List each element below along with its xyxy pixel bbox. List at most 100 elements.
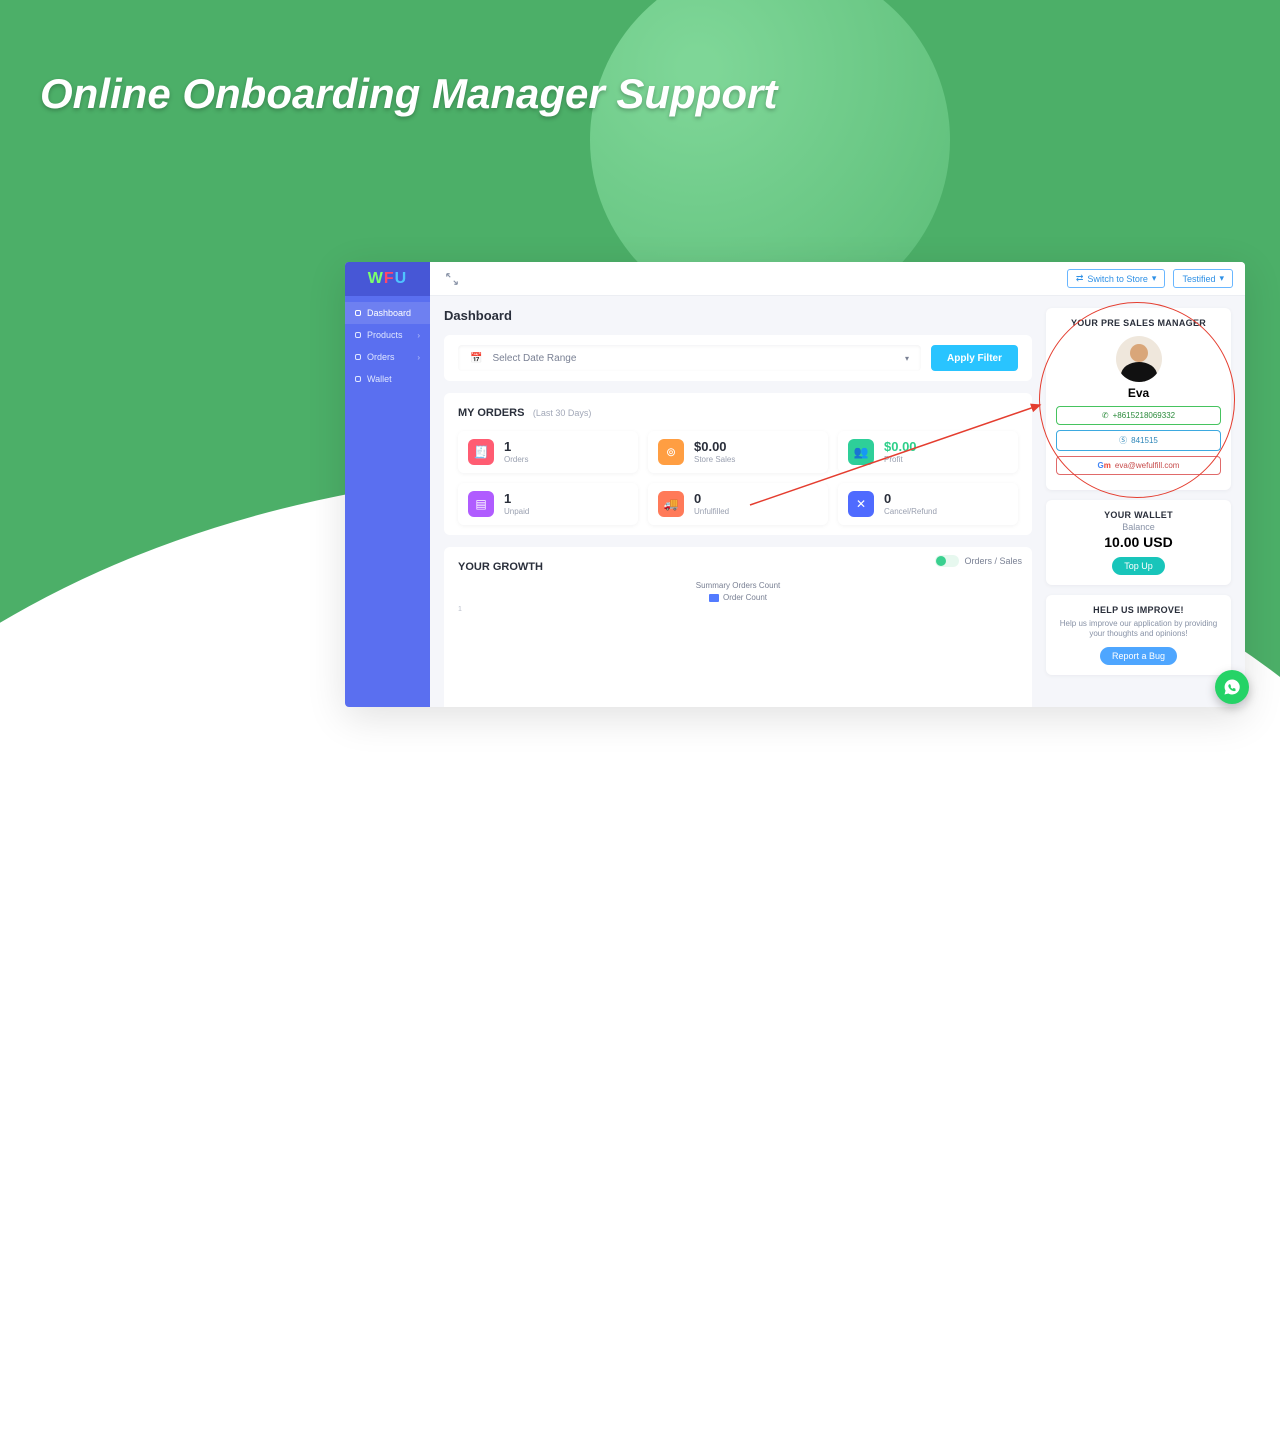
stat-unpaid[interactable]: ▤ 1 Unpaid (458, 483, 638, 525)
topbar: ⇄ Switch to Store ▾ Testified ▾ (430, 262, 1245, 296)
hero-title: Online Onboarding Manager Support (40, 70, 777, 118)
switch-icon (935, 555, 959, 567)
growth-title: YOUR GROWTH (458, 561, 543, 573)
legend-label: Order Count (723, 593, 767, 602)
chevron-right-icon: › (417, 331, 420, 340)
stat-label: Unfulfilled (694, 507, 729, 516)
stat-label: Orders (504, 455, 528, 464)
whatsapp-icon (1223, 678, 1241, 696)
date-range-input[interactable]: 📅 Select Date Range ▾ (458, 345, 921, 371)
stat-orders[interactable]: 🧾 1 Orders (458, 431, 638, 473)
sidebar: WFU Dashboard Products › Orders › Wallet (345, 262, 430, 707)
app-window: WFU Dashboard Products › Orders › Wallet (345, 262, 1245, 707)
cancel-stat-icon: ✕ (848, 491, 874, 517)
col-left: Dashboard 📅 Select Date Range ▾ Apply Fi… (444, 308, 1032, 695)
chart-area: 1 (458, 606, 1018, 706)
store-icon: ⇄ (1076, 273, 1084, 284)
chart-title: Summary Orders Count (458, 581, 1018, 590)
wallet-title: YOUR WALLET (1056, 510, 1221, 520)
chevron-down-icon: ▾ (905, 354, 909, 363)
toggle-label: Orders / Sales (964, 556, 1022, 566)
orders-sales-toggle[interactable]: Orders / Sales (935, 555, 1022, 567)
stat-value: 0 (694, 492, 729, 505)
gmail-icon: Gm (1098, 461, 1111, 470)
skype-button[interactable]: Ⓢ 841515 (1056, 430, 1221, 451)
whatsapp-icon: ✆ (1102, 411, 1109, 420)
sales-stat-icon: ⊚ (658, 439, 684, 465)
legend-swatch (709, 594, 719, 602)
chevron-down-icon: ▾ (1219, 273, 1224, 284)
stat-label: Unpaid (504, 507, 529, 516)
expand-icon[interactable] (442, 269, 462, 289)
sidebar-item-label: Products (367, 330, 403, 340)
growth-card: YOUR GROWTH Orders / Sales Summary Order… (444, 547, 1032, 707)
stat-unfulfilled[interactable]: 🚚 0 Unfulfilled (648, 483, 828, 525)
orders-stat-icon: 🧾 (468, 439, 494, 465)
y-tick: 1 (458, 606, 462, 613)
sidebar-item-dashboard[interactable]: Dashboard (345, 302, 430, 324)
page-title: Dashboard (444, 308, 1032, 323)
email-button[interactable]: Gm eva@wefulfill.com (1056, 456, 1221, 475)
sidebar-item-label: Wallet (367, 374, 392, 384)
orders-subtitle: (Last 30 Days) (533, 408, 592, 418)
balance-value: 10.00 USD (1056, 534, 1221, 550)
date-placeholder: Select Date Range (492, 353, 576, 364)
wallet-card: YOUR WALLET Balance 10.00 USD Top Up (1046, 500, 1231, 585)
whatsapp-fab[interactable] (1215, 670, 1249, 704)
report-bug-button[interactable]: Report a Bug (1100, 647, 1177, 665)
profit-stat-icon: 👥 (848, 439, 874, 465)
sidebar-item-wallet[interactable]: Wallet (345, 368, 430, 390)
stat-label: Cancel/Refund (884, 507, 937, 516)
stat-value: 0 (884, 492, 937, 505)
unfulfilled-stat-icon: 🚚 (658, 491, 684, 517)
logo: WFU (345, 262, 430, 296)
col-right: YOUR PRE SALES MANAGER Eva ✆ +8615218069… (1046, 308, 1231, 695)
manager-card: YOUR PRE SALES MANAGER Eva ✆ +8615218069… (1046, 308, 1231, 490)
help-card: HELP US IMPROVE! Help us improve our app… (1046, 595, 1231, 675)
balance-label: Balance (1056, 522, 1221, 532)
skype-icon: Ⓢ (1119, 435, 1127, 446)
manager-title: YOUR PRE SALES MANAGER (1056, 318, 1221, 328)
manager-name: Eva (1056, 386, 1221, 400)
orders-title: MY ORDERS (458, 407, 524, 419)
calendar-icon: 📅 (470, 353, 482, 364)
stat-cancel-refund[interactable]: ✕ 0 Cancel/Refund (838, 483, 1018, 525)
topup-button[interactable]: Top Up (1112, 557, 1165, 575)
stat-value: 1 (504, 492, 529, 505)
sidebar-item-label: Dashboard (367, 308, 411, 318)
filter-card: 📅 Select Date Range ▾ Apply Filter (444, 335, 1032, 381)
whatsapp-number: +8615218069332 (1113, 411, 1176, 420)
stat-label: Profit (884, 455, 917, 464)
help-title: HELP US IMPROVE! (1056, 605, 1221, 615)
switch-store-button[interactable]: ⇄ Switch to Store ▾ (1067, 269, 1166, 288)
sidebar-item-products[interactable]: Products › (345, 324, 430, 346)
stat-profit[interactable]: 👥 $0.00 Profit (838, 431, 1018, 473)
stat-grid: 🧾 1 Orders ⊚ $0.00 Store Sales 👥 $0.00 (458, 431, 1018, 525)
orders-card: MY ORDERS (Last 30 Days) 🧾 1 Orders ⊚ $0… (444, 393, 1032, 535)
stat-label: Store Sales (694, 455, 735, 464)
user-name: Testified (1182, 274, 1215, 284)
switch-store-label: Switch to Store (1087, 274, 1148, 284)
apply-filter-button[interactable]: Apply Filter (931, 345, 1018, 371)
main: ⇄ Switch to Store ▾ Testified ▾ Dashboar… (430, 262, 1245, 707)
sidebar-item-label: Orders (367, 352, 395, 362)
whatsapp-button[interactable]: ✆ +8615218069332 (1056, 406, 1221, 425)
help-text: Help us improve our application by provi… (1056, 619, 1221, 640)
stat-value: $0.00 (884, 440, 917, 453)
manager-email: eva@wefulfill.com (1115, 461, 1180, 470)
orders-icon (355, 354, 361, 360)
products-icon (355, 332, 361, 338)
sidebar-nav: Dashboard Products › Orders › Wallet (345, 296, 430, 396)
sidebar-item-orders[interactable]: Orders › (345, 346, 430, 368)
unpaid-stat-icon: ▤ (468, 491, 494, 517)
stat-value: 1 (504, 440, 528, 453)
skype-id: 841515 (1131, 436, 1158, 445)
wallet-icon (355, 376, 361, 382)
dashboard-icon (355, 310, 361, 316)
chart-legend: Order Count (458, 593, 1018, 602)
stat-store-sales[interactable]: ⊚ $0.00 Store Sales (648, 431, 828, 473)
chevron-down-icon: ▾ (1152, 273, 1157, 284)
user-menu[interactable]: Testified ▾ (1173, 269, 1233, 288)
chevron-right-icon: › (417, 353, 420, 362)
content: Dashboard 📅 Select Date Range ▾ Apply Fi… (430, 296, 1245, 707)
